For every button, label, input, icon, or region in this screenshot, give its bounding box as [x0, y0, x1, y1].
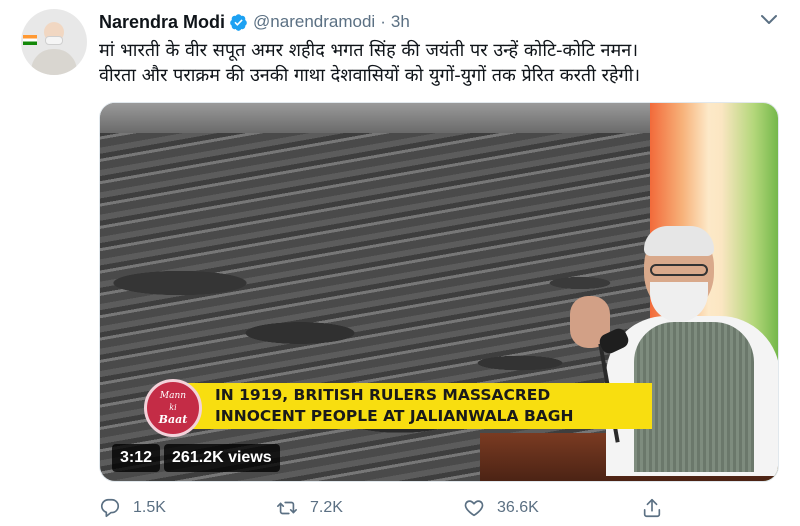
- caption-text: IN 1919, BRITISH RULERS MASSACRED INNOCE…: [215, 385, 645, 427]
- tweet-header: Narendra Modi @narendramodi · 3h: [99, 10, 410, 34]
- reply-button[interactable]: 1.5K: [99, 497, 166, 519]
- retweet-icon: [277, 501, 297, 515]
- like-button[interactable]: 36.6K: [463, 497, 539, 519]
- avatar-mask: [45, 36, 63, 45]
- mann-ki-baat-logo: Mann ki Baat: [144, 379, 202, 437]
- caption-line-2: INNOCENT PEOPLE AT JALIANWALA BAGH: [215, 407, 574, 425]
- retweet-button[interactable]: 7.2K: [276, 497, 343, 519]
- reply-icon: [100, 498, 120, 518]
- tweet-text: मां भारती के वीर सपूत अमर शहीद भगत सिंह …: [99, 38, 789, 88]
- tweet-text-line-2: वीरता और पराक्रम की उनकी गाथा देशवासियों…: [99, 65, 641, 86]
- tweet-actions: 1.5K 7.2K 36.6K: [99, 497, 779, 523]
- video-stats: 3:12 261.2K views: [112, 443, 280, 473]
- avatar[interactable]: [21, 9, 87, 75]
- share-icon: [643, 498, 661, 518]
- share-button[interactable]: [641, 497, 663, 519]
- tweet-timestamp[interactable]: 3h: [391, 12, 410, 32]
- chevron-down-icon[interactable]: [759, 12, 779, 28]
- reply-count: 1.5K: [133, 499, 166, 516]
- header-separator: ·: [380, 12, 386, 31]
- author-name[interactable]: Narendra Modi: [99, 12, 225, 33]
- tweet: Narendra Modi @narendramodi · 3h मां भार…: [0, 0, 800, 526]
- tweet-text-line-1: मां भारती के वीर सपूत अमर शहीद भगत सिंह …: [99, 40, 639, 61]
- video-player[interactable]: IN 1919, BRITISH RULERS MASSACRED INNOCE…: [99, 102, 779, 482]
- like-count: 36.6K: [497, 499, 539, 516]
- video-views: 261.2K views: [164, 444, 280, 472]
- like-icon: [464, 500, 484, 517]
- verified-badge-icon: [230, 13, 247, 31]
- author-handle[interactable]: @narendramodi: [253, 12, 375, 32]
- retweet-count: 7.2K: [310, 499, 343, 516]
- avatar-body: [31, 49, 77, 75]
- flag-icon: [23, 35, 37, 45]
- caption-line-1: IN 1919, BRITISH RULERS MASSACRED: [215, 386, 551, 404]
- video-duration: 3:12: [112, 444, 161, 472]
- archival-footage-sky: [100, 103, 660, 133]
